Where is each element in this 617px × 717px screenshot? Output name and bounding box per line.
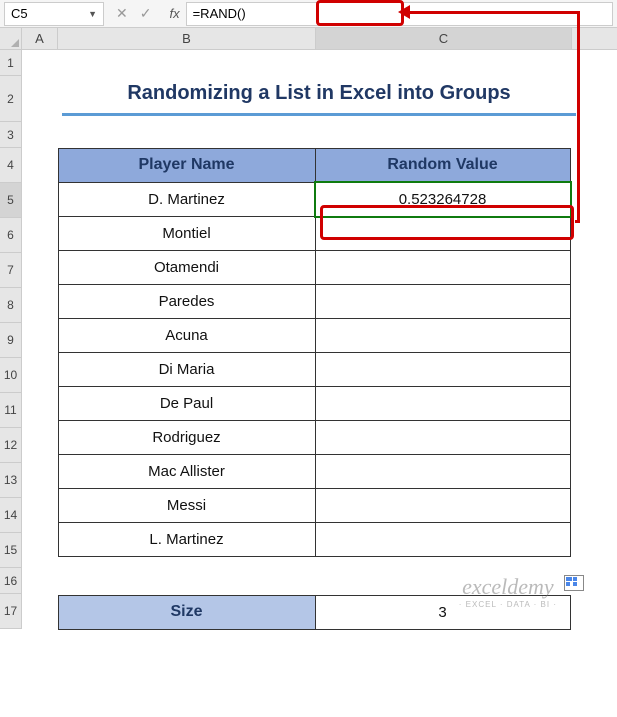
cell-player[interactable]: Paredes — [58, 284, 316, 319]
row-header[interactable]: 1 — [0, 50, 22, 76]
watermark: exceldemy · EXCEL · DATA · BI · — [459, 574, 557, 609]
column-headers: A B C — [0, 28, 617, 50]
cell-random[interactable] — [315, 352, 571, 387]
table-row: Otamendi — [58, 250, 570, 284]
cell-player[interactable]: Mac Allister — [58, 454, 316, 489]
row-header[interactable]: 15 — [0, 533, 22, 568]
row-header[interactable]: 10 — [0, 358, 22, 393]
row-header[interactable]: 12 — [0, 428, 22, 463]
row-header[interactable]: 2 — [0, 76, 22, 122]
cell-random[interactable] — [315, 454, 571, 489]
data-table: Player Name Random Value D. Martinez 0.5… — [58, 148, 570, 556]
table-row: Rodriguez — [58, 420, 570, 454]
name-box[interactable]: C5 ▼ — [4, 2, 104, 26]
accept-icon[interactable]: ✓ — [140, 5, 152, 22]
header-player[interactable]: Player Name — [58, 148, 316, 183]
cell-random[interactable] — [315, 420, 571, 455]
cell-player[interactable]: L. Martinez — [58, 522, 316, 557]
row-header[interactable]: 13 — [0, 463, 22, 498]
cell-random[interactable] — [315, 318, 571, 353]
row-header[interactable]: 9 — [0, 323, 22, 358]
row-header[interactable]: 5 — [0, 183, 22, 218]
cell-random[interactable] — [315, 216, 571, 251]
row-header[interactable]: 11 — [0, 393, 22, 428]
row-header[interactable]: 4 — [0, 148, 22, 183]
cell-reference: C5 — [11, 6, 28, 21]
cell-player[interactable]: Rodriguez — [58, 420, 316, 455]
watermark-brand: exceldemy — [459, 574, 557, 600]
formula-icon-group: ✕ ✓ — [104, 5, 163, 22]
row-header[interactable]: 3 — [0, 122, 22, 148]
cell-player[interactable]: Acuna — [58, 318, 316, 353]
table-row: Mac Allister — [58, 454, 570, 488]
cancel-icon[interactable]: ✕ — [116, 5, 128, 22]
table-header-row: Player Name Random Value — [58, 148, 570, 182]
row-header[interactable]: 16 — [0, 568, 22, 594]
formula-bar: C5 ▼ ✕ ✓ fx =RAND() — [0, 0, 617, 28]
col-header-b[interactable]: B — [58, 28, 316, 49]
row-header[interactable]: 8 — [0, 288, 22, 323]
col-header-a[interactable]: A — [22, 28, 58, 49]
cell-player[interactable]: Messi — [58, 488, 316, 523]
watermark-tag: · EXCEL · DATA · BI · — [459, 600, 557, 609]
autofill-options-icon[interactable] — [564, 575, 584, 591]
table-row: D. Martinez 0.523264728 — [58, 182, 570, 216]
table-row: L. Martinez — [58, 522, 570, 556]
table-row: Messi — [58, 488, 570, 522]
cell-random[interactable] — [315, 488, 571, 523]
cell-random[interactable] — [315, 522, 571, 557]
spreadsheet-grid: 1 2 3 4 5 6 7 8 9 10 11 12 13 14 15 16 1… — [0, 50, 617, 629]
cell-player[interactable]: Otamendi — [58, 250, 316, 285]
cells-area[interactable]: Randomizing a List in Excel into Groups … — [22, 50, 617, 629]
formula-text: =RAND() — [193, 6, 246, 21]
chevron-down-icon[interactable]: ▼ — [88, 9, 97, 19]
cell-random[interactable] — [315, 386, 571, 421]
row-header[interactable]: 17 — [0, 594, 22, 629]
table-row: Acuna — [58, 318, 570, 352]
row-header[interactable]: 14 — [0, 498, 22, 533]
fx-icon[interactable]: fx — [163, 6, 185, 21]
cell-random[interactable] — [315, 250, 571, 285]
size-label[interactable]: Size — [58, 595, 316, 630]
cell-random[interactable] — [315, 284, 571, 319]
row-header[interactable]: 6 — [0, 218, 22, 253]
table-row: Montiel — [58, 216, 570, 250]
cell-random[interactable]: 0.523264728 — [315, 182, 571, 217]
cell-player[interactable]: D. Martinez — [58, 182, 316, 217]
page-title: Randomizing a List in Excel into Groups — [62, 82, 576, 116]
table-row: De Paul — [58, 386, 570, 420]
col-header-c[interactable]: C — [316, 28, 572, 49]
row-headers: 1 2 3 4 5 6 7 8 9 10 11 12 13 14 15 16 1… — [0, 50, 22, 629]
cell-player[interactable]: Montiel — [58, 216, 316, 251]
table-row: Paredes — [58, 284, 570, 318]
table-row: Di Maria — [58, 352, 570, 386]
annotation-arrow-head — [398, 5, 410, 19]
row-header[interactable]: 7 — [0, 253, 22, 288]
select-all-button[interactable] — [0, 28, 22, 49]
cell-player[interactable]: Di Maria — [58, 352, 316, 387]
header-random[interactable]: Random Value — [315, 148, 571, 183]
cell-player[interactable]: De Paul — [58, 386, 316, 421]
